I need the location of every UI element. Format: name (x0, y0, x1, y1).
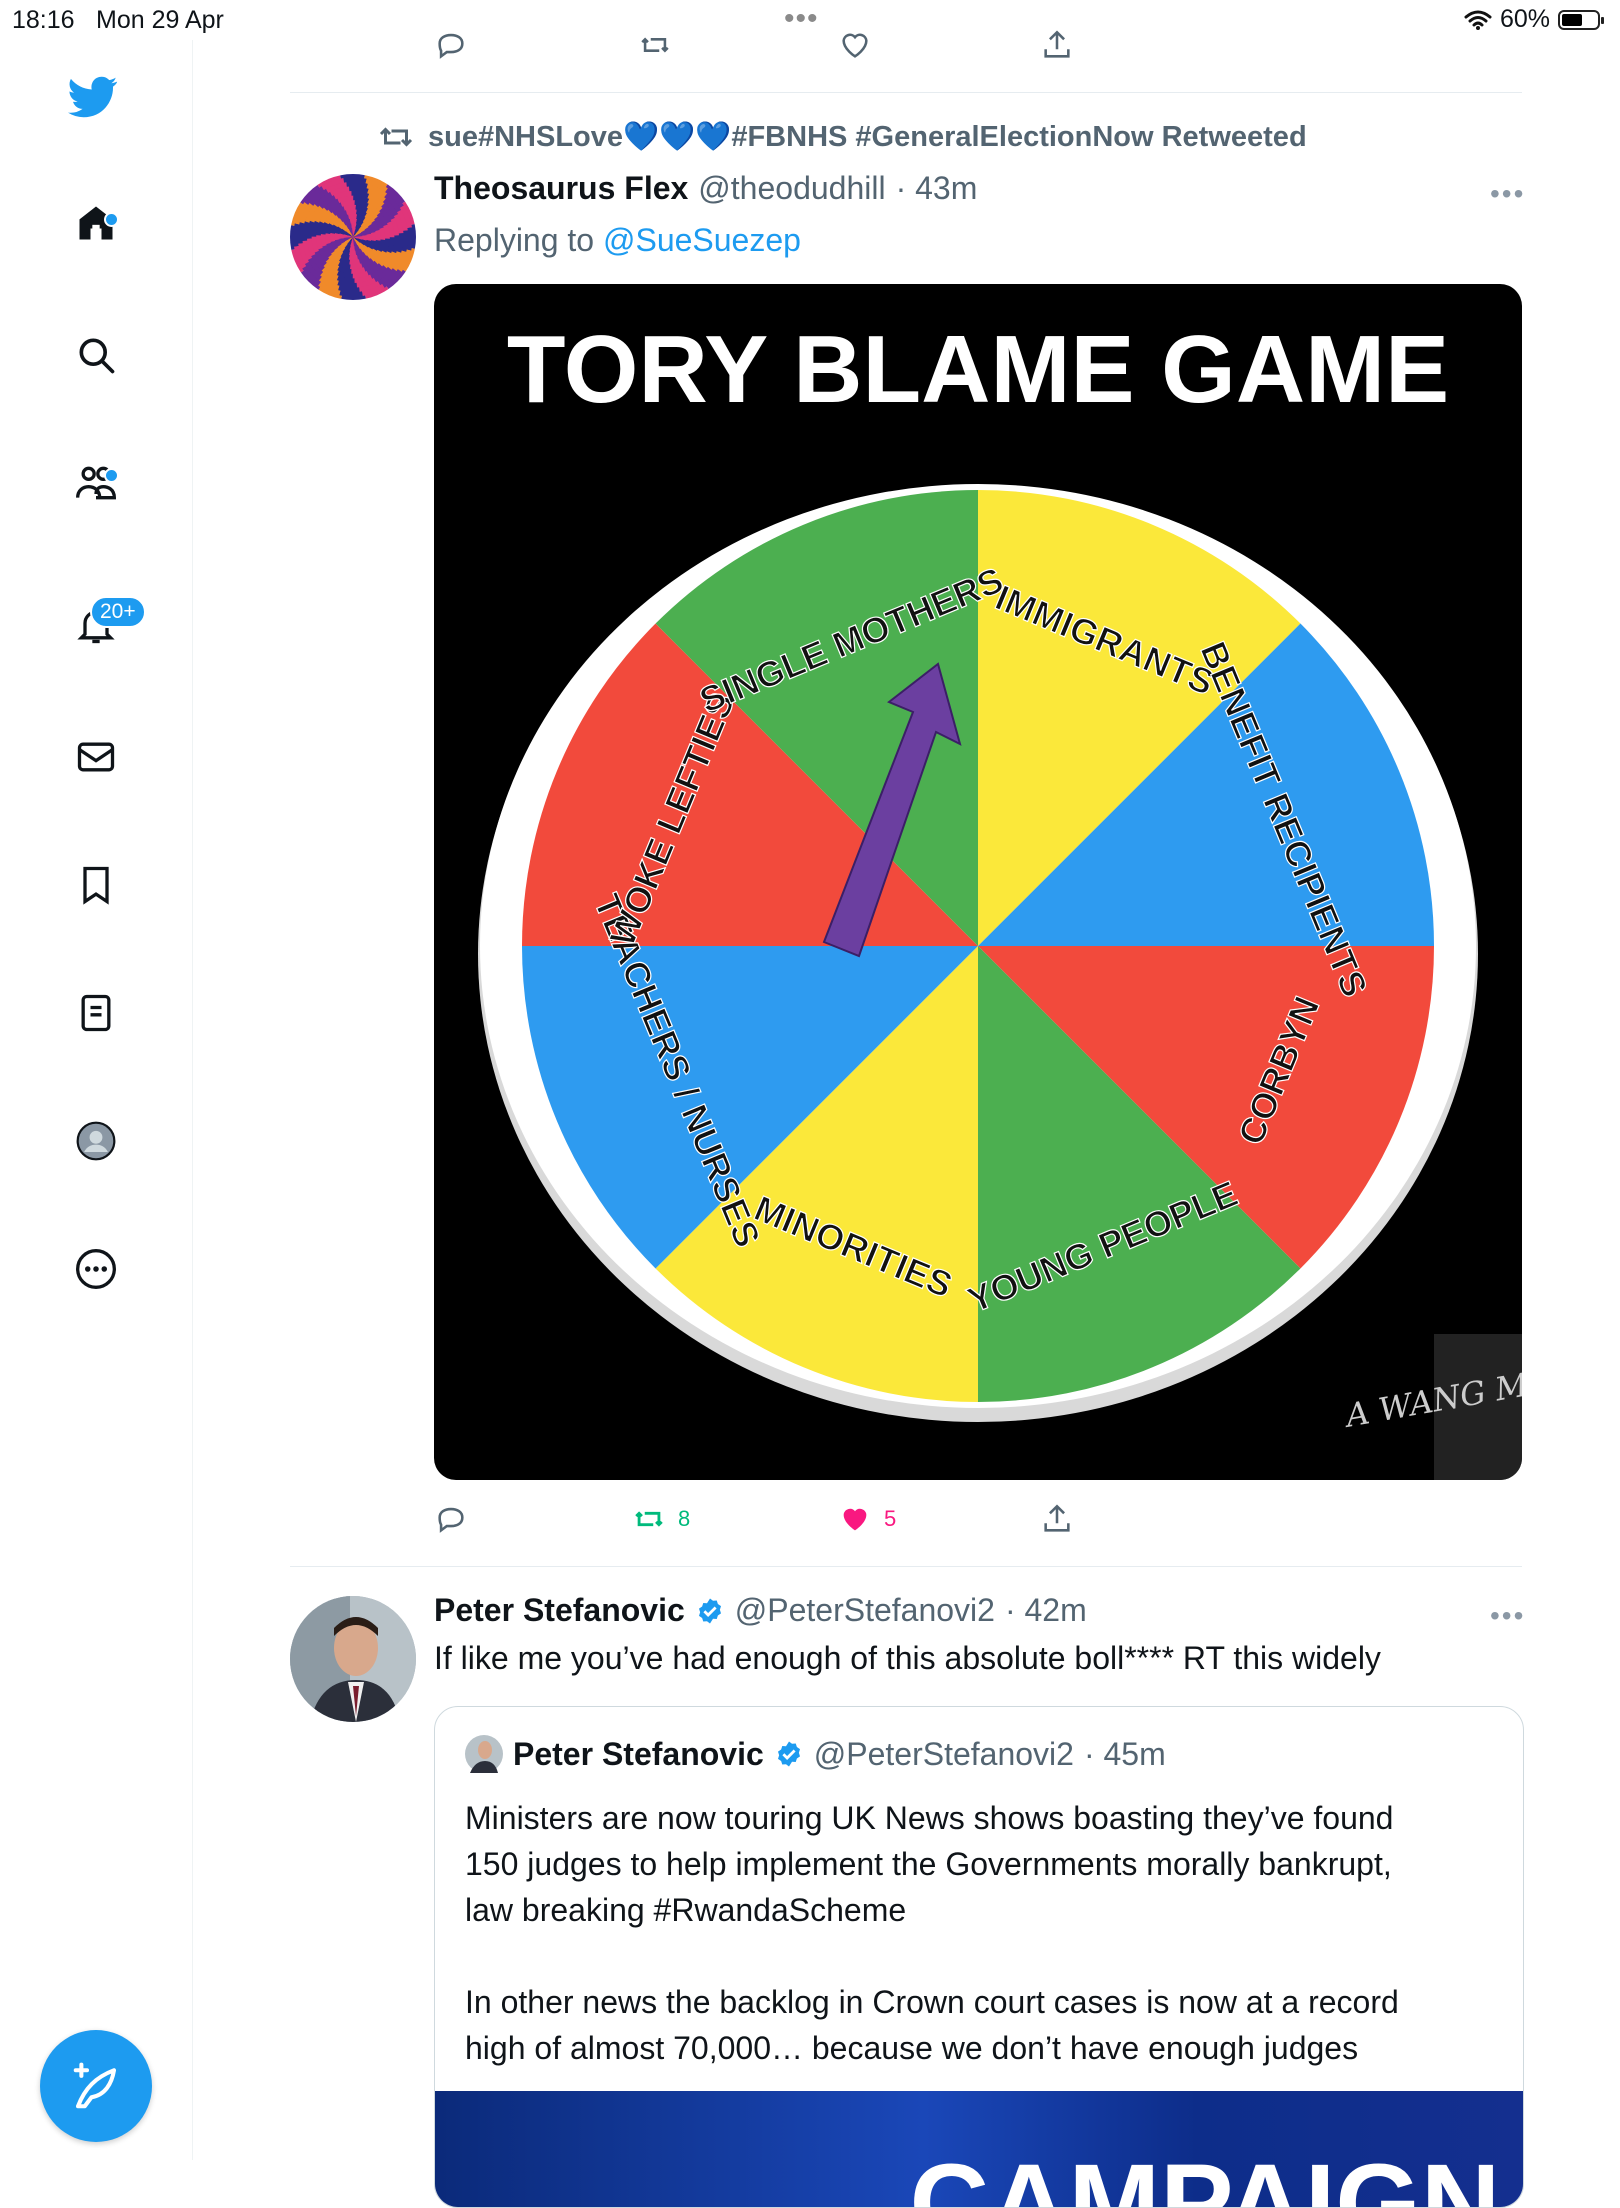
reply-icon (438, 1507, 464, 1533)
person-photo-avatar (290, 1596, 416, 1722)
quote-author-handle: @PeterStefanovi2 (813, 1735, 1074, 1772)
sidebar: 20+ (0, 40, 193, 2160)
tweet2-text: If like me you’ve had enough of this abs… (434, 1640, 1381, 1676)
wheel-title: TORY BLAME GAME (507, 316, 1449, 423)
tweet-time[interactable]: · 42m (1005, 1592, 1087, 1629)
quote-line: 150 judges to help implement the Governm… (465, 1846, 1392, 1882)
retweeted-by-text: sue#NHSLove💙💙💙#FBNHS #GeneralElectionNow… (428, 121, 1307, 153)
communities-icon[interactable] (71, 458, 121, 508)
verified-badge-icon (698, 1598, 721, 1623)
lists-icon[interactable] (71, 988, 121, 1038)
status-date: Mon 29 Apr (96, 6, 224, 34)
quote-line: law breaking #RwandaScheme (465, 1892, 907, 1928)
verified-badge-icon (777, 1741, 800, 1767)
status-time: 18:16 (12, 6, 75, 34)
replying-to-line: Replying to @SueSuezep (434, 222, 801, 259)
tweet1-author[interactable]: Theosaurus Flex @theodudhill · 43m (434, 170, 977, 207)
quote-image-text: CAMPAIGN (910, 2142, 1501, 2207)
tweet2-more-icon[interactable]: ••• (1490, 1600, 1525, 1632)
prev-share-icon[interactable] (1040, 28, 1074, 62)
quote-author[interactable]: Peter Stefanovic @PeterStefanovi2 · 45m (465, 1735, 1166, 1773)
status-right: 60% (1464, 5, 1604, 34)
share-button[interactable] (1040, 1502, 1074, 1536)
bookmarks-icon[interactable] (71, 860, 121, 910)
quote-author-name: Peter Stefanovic (513, 1735, 764, 1772)
multitasking-dots-icon[interactable]: ••• (784, 2, 819, 36)
wifi-icon (1464, 10, 1492, 30)
quoted-tweet-card[interactable]: Peter Stefanovic @PeterStefanovi2 · 45m … (434, 1706, 1524, 2208)
explore-search-icon[interactable] (71, 330, 121, 380)
heart-filled-icon (843, 1508, 867, 1531)
battery-icon (1558, 9, 1604, 30)
quote-line: Ministers are now touring UK News shows … (465, 1800, 1394, 1836)
tweet1-more-icon[interactable]: ••• (1490, 178, 1525, 210)
quote-line: In other news the backlog in Crown court… (465, 1984, 1399, 2020)
communities-notification-dot (104, 468, 119, 483)
retweet-small-icon (379, 127, 413, 147)
quote-body: Ministers are now touring UK News shows … (465, 1795, 1475, 2071)
prev-reply-icon[interactable] (434, 28, 468, 62)
quote-line: high of almost 70,000… because we don’t … (465, 2030, 1359, 2066)
share-icon (1044, 1504, 1070, 1532)
retweeted-by-line[interactable]: sue#NHSLove💙💙💙#FBNHS #GeneralElectionNow… (378, 120, 1307, 154)
quote-time: · 45m (1083, 1735, 1166, 1772)
replying-prefix: Replying to (434, 222, 595, 258)
tweet-time[interactable]: · 43m (896, 170, 978, 207)
quote-media-image[interactable]: CAMPAIGN (435, 2091, 1523, 2207)
divider (290, 92, 1522, 93)
reply-button[interactable] (434, 1502, 468, 1536)
author-handle[interactable]: @PeterStefanovi2 (735, 1592, 995, 1629)
like-button[interactable]: 5 (838, 1502, 896, 1536)
divider (290, 1566, 1522, 1567)
compose-feather-icon (73, 2062, 117, 2109)
avatar[interactable] (290, 1596, 416, 1722)
hypnotic-spiral-avatar-image (290, 174, 416, 300)
more-options-icon[interactable] (71, 1244, 121, 1294)
battery-percent: 60% (1499, 5, 1550, 33)
notifications-badge: 20+ (90, 596, 146, 628)
avatar (465, 1735, 503, 1773)
compose-tweet-button[interactable] (40, 2030, 152, 2142)
status-bar: 18:16 Mon 29 Apr ••• 60% (0, 0, 1620, 40)
avatar[interactable] (290, 174, 416, 300)
retweet-button[interactable]: 8 (632, 1502, 690, 1536)
like-count: 5 (884, 1506, 897, 1531)
replying-to-link[interactable]: @SueSuezep (603, 222, 801, 258)
blame-game-wheel: TORY BLAME GAME IMMIGRANTSBENEFIT RECIPI… (478, 316, 1522, 1480)
author-name[interactable]: Peter Stefanovic (434, 1592, 685, 1629)
profile-avatar-icon[interactable] (71, 1116, 121, 1166)
author-name[interactable]: Theosaurus Flex (434, 170, 688, 207)
prev-like-icon[interactable] (838, 28, 872, 62)
retweet-count: 8 (678, 1506, 691, 1531)
home-notification-dot (104, 212, 119, 227)
tweet2-author[interactable]: Peter Stefanovic @PeterStefanovi2 · 42m (434, 1592, 1087, 1629)
twitter-logo-icon[interactable] (68, 72, 118, 122)
tweet1-media-image[interactable]: TORY BLAME GAME IMMIGRANTS BENEFIT RECIPI… (434, 284, 1522, 1480)
author-handle[interactable]: @theodudhill (698, 170, 885, 207)
prev-retweet-icon[interactable] (638, 28, 672, 62)
retweet-icon (635, 1511, 663, 1527)
messages-envelope-icon[interactable] (71, 732, 121, 782)
